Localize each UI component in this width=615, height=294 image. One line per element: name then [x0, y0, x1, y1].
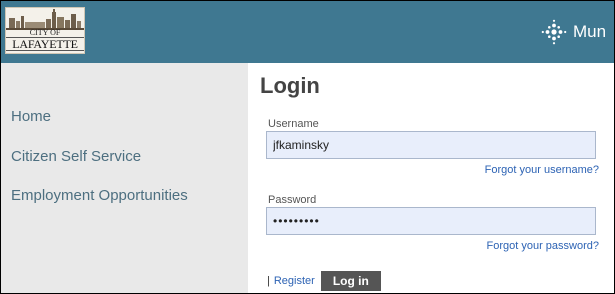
sidebar-item-home[interactable]: Home — [11, 108, 51, 125]
page-frame: CITY OF LAFAYETTE Mun Home Citizen Self … — [0, 0, 615, 294]
logo-text-lafayette: LAFAYETTE — [6, 37, 84, 51]
sidebar-item-citizen-self-service[interactable]: Citizen Self Service — [11, 148, 141, 165]
forgot-username-link[interactable]: Forgot your username? — [485, 164, 599, 176]
sidebar: Home Citizen Self Service Employment Opp… — [1, 63, 248, 293]
register-link[interactable]: Register — [274, 275, 315, 287]
forgot-password-link[interactable]: Forgot your password? — [487, 240, 600, 252]
sidebar-item-employment-opportunities[interactable]: Employment Opportunities — [11, 187, 188, 204]
password-label: Password — [268, 194, 317, 206]
page-title: Login — [260, 73, 320, 98]
city-logo[interactable]: CITY OF LAFAYETTE — [5, 7, 85, 54]
logo-text-city-of: CITY OF — [29, 28, 61, 37]
sparkle-dots-icon — [541, 19, 567, 45]
skyline-icon — [6, 9, 84, 30]
username-label: Username — [268, 118, 319, 130]
app-brand[interactable]: Mun — [541, 19, 606, 45]
header-bar: CITY OF LAFAYETTE Mun — [1, 1, 614, 63]
login-panel: Login Username Forgot your username? Pas… — [248, 63, 614, 293]
password-input[interactable]: ••••••••• — [266, 207, 596, 235]
brand-name: Mun — [573, 22, 607, 41]
login-actions: | Register Log in — [267, 271, 381, 291]
username-input[interactable] — [266, 131, 596, 159]
separator: | — [267, 275, 270, 287]
login-button[interactable]: Log in — [320, 271, 381, 291]
